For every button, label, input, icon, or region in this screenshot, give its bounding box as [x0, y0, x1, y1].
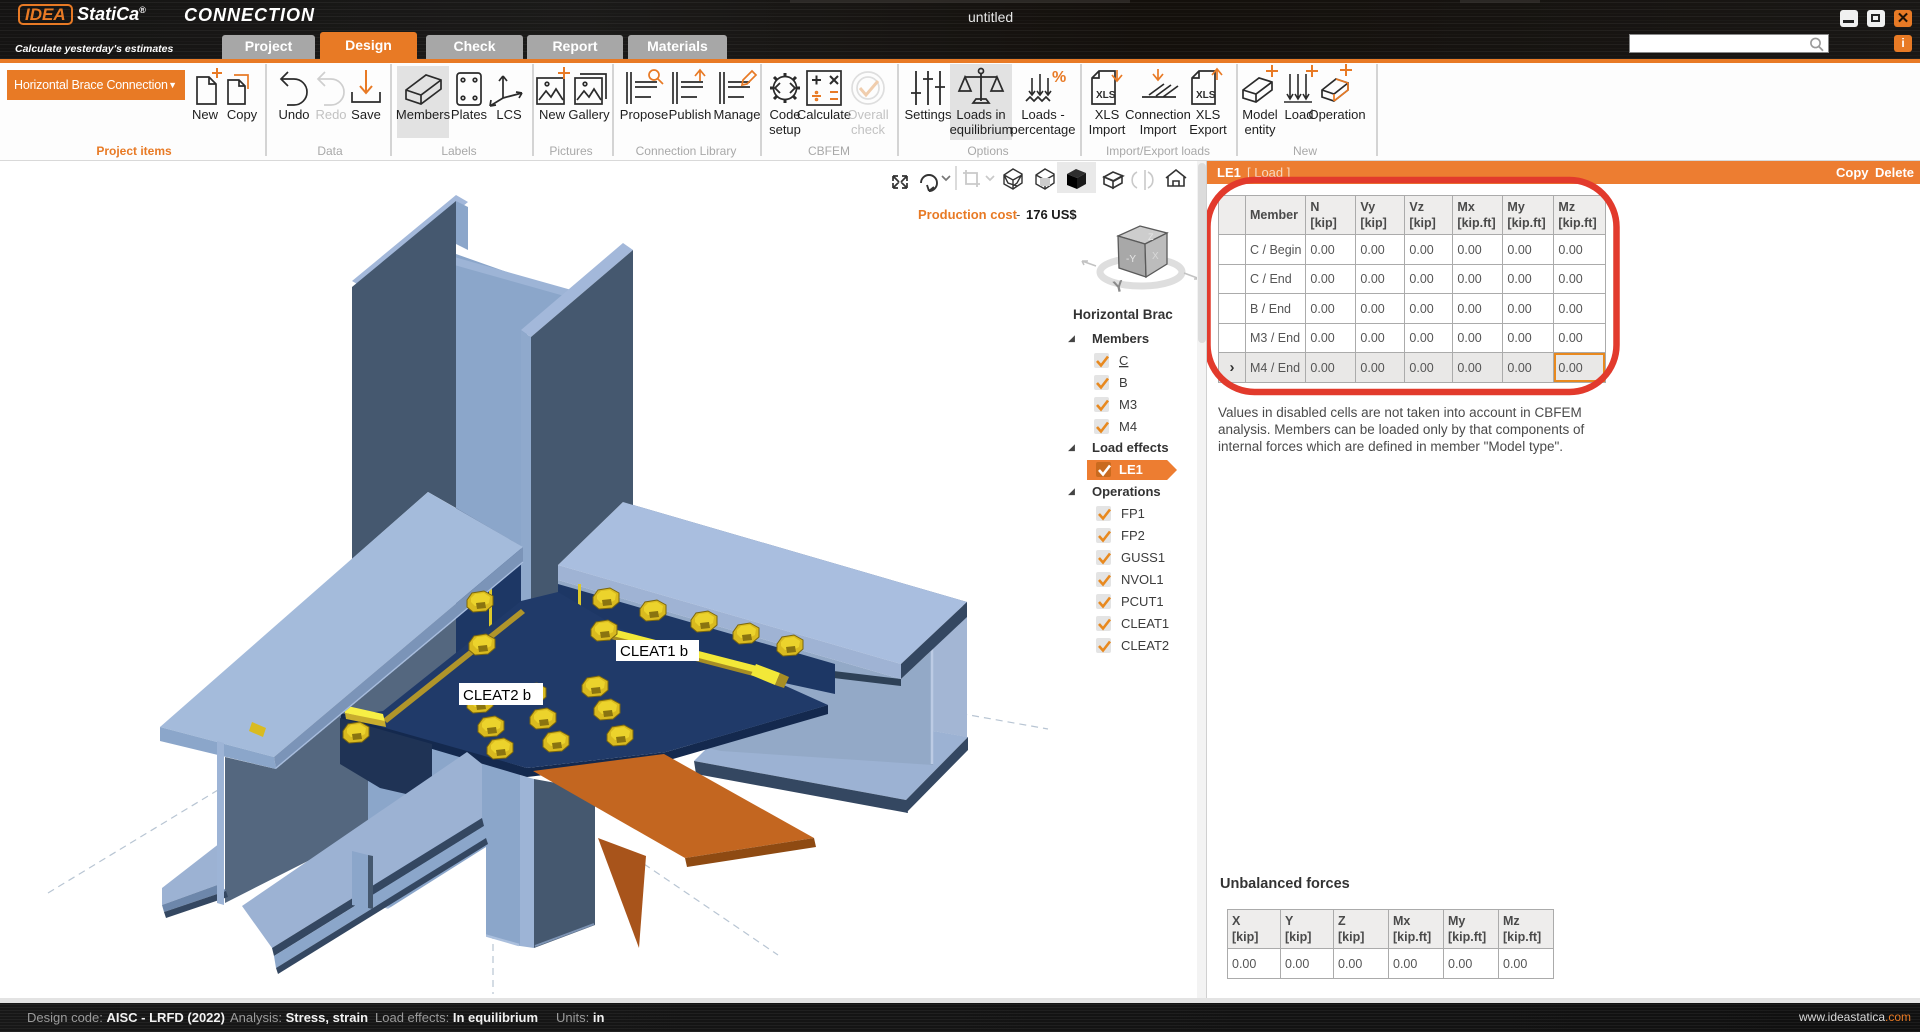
svg-text:XLS: XLS	[1196, 90, 1216, 101]
svg-text:CLEAT2 b: CLEAT2 b	[463, 687, 531, 704]
svg-text:PCUT1: PCUT1	[1121, 594, 1164, 609]
svg-text:M4: M4	[1119, 419, 1137, 434]
svg-text:CLEAT2: CLEAT2	[1121, 638, 1169, 653]
svg-text:CLEAT1 b: CLEAT1 b	[620, 643, 688, 660]
svg-text:XLS: XLS	[1096, 90, 1116, 101]
svg-text:C: C	[1119, 353, 1128, 368]
svg-text:GUSS1: GUSS1	[1121, 550, 1165, 565]
svg-text:M3: M3	[1119, 397, 1137, 412]
svg-text:FP2: FP2	[1121, 528, 1145, 543]
svg-text:FP1: FP1	[1121, 506, 1145, 521]
svg-text:CLEAT1: CLEAT1	[1121, 616, 1169, 631]
svg-text:%: %	[1052, 69, 1066, 86]
svg-text:Production cost: Production cost	[918, 207, 1018, 222]
svg-text:NVOL1: NVOL1	[1121, 572, 1164, 587]
svg-text:B: B	[1119, 375, 1128, 390]
svg-text:-: -	[1016, 207, 1020, 222]
